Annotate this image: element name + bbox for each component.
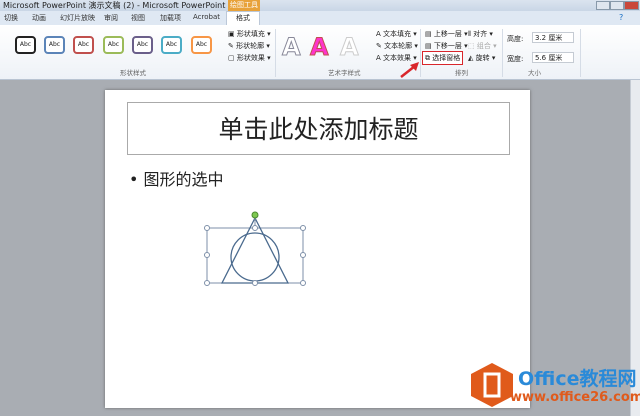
- align-button[interactable]: ⫴ 对齐 ▾: [468, 29, 493, 39]
- group-label-arrange: 排列: [455, 69, 468, 77]
- bring-forward-button[interactable]: ▤ 上移一层 ▾: [425, 29, 468, 39]
- shape-style-6[interactable]: Abc: [161, 36, 182, 54]
- shape-style-2[interactable]: Abc: [44, 36, 65, 54]
- tab-format[interactable]: 格式: [226, 11, 260, 26]
- label: 文本填充: [383, 30, 412, 38]
- group-label-shape-styles: 形状样式: [120, 69, 146, 77]
- divider: [275, 29, 276, 77]
- shape-fill-button[interactable]: ▣ 形状填充 ▾: [228, 29, 271, 39]
- group-label-size: 大小: [528, 69, 541, 77]
- minimize-button[interactable]: [596, 1, 610, 10]
- shape-style-3[interactable]: Abc: [73, 36, 94, 54]
- rotate-button[interactable]: ◭ 旋转 ▾: [468, 53, 495, 63]
- tab-acrobat[interactable]: Acrobat: [193, 13, 220, 21]
- shape-style-1[interactable]: Abc: [15, 36, 36, 54]
- label: 上移一层: [433, 30, 462, 38]
- label: 形状轮廓: [236, 42, 265, 50]
- circle-shape[interactable]: [230, 232, 280, 282]
- selected-shape-group[interactable]: [200, 210, 310, 290]
- send-backward-button[interactable]: ▤ 下移一层 ▾: [425, 41, 468, 51]
- rotation-handle[interactable]: [251, 211, 259, 219]
- drawing-tools-context-label: 绘图工具: [228, 0, 260, 11]
- shape-style-4[interactable]: Abc: [103, 36, 124, 54]
- watermark-brand: Office教程网: [518, 368, 637, 390]
- wordart-style-2[interactable]: A: [310, 33, 330, 62]
- title-placeholder[interactable]: 单击此处添加标题: [127, 102, 510, 155]
- wordart-style-1[interactable]: A: [282, 33, 302, 62]
- text-fill-button[interactable]: A 文本填充 ▾: [376, 29, 417, 39]
- shape-style-5[interactable]: Abc: [132, 36, 153, 54]
- resize-handles[interactable]: [204, 225, 306, 286]
- divider: [580, 29, 581, 77]
- width-label: 宽度:: [507, 55, 524, 63]
- height-label: 高度:: [507, 35, 524, 43]
- tab-view[interactable]: 视图: [131, 13, 145, 23]
- tab-animations[interactable]: 动画: [32, 13, 46, 23]
- tab-slideshow[interactable]: 幻灯片放映: [60, 13, 95, 23]
- ribbon-tabs: 切换 动画 幻灯片放映 审阅 视图 加载项 Acrobat ?: [0, 11, 640, 25]
- height-input[interactable]: 3.2 厘米: [532, 32, 574, 43]
- label: 形状填充: [236, 30, 265, 38]
- selection-box: [206, 227, 304, 284]
- office-logo-icon: [471, 363, 513, 407]
- tab-addins[interactable]: 加载项: [160, 13, 181, 23]
- label: 组合: [476, 42, 491, 50]
- shape-style-7[interactable]: Abc: [191, 36, 212, 54]
- red-arrow-annotation: [400, 62, 419, 78]
- tab-review[interactable]: 审阅: [104, 13, 118, 23]
- label: 对齐: [473, 30, 488, 38]
- group-button[interactable]: ⬚ 组合 ▾: [468, 41, 497, 51]
- watermark-url: www.office26.com: [510, 390, 640, 405]
- group-label-wordart: 艺术字样式: [328, 69, 361, 77]
- bullet-text[interactable]: • 图形的选中: [129, 166, 224, 190]
- label: 下移一层: [433, 42, 462, 50]
- label: 旋转: [475, 54, 490, 62]
- help-icon[interactable]: ?: [619, 13, 623, 22]
- close-button[interactable]: [624, 1, 639, 10]
- text-outline-button[interactable]: ✎ 文本轮廓 ▾: [376, 41, 418, 51]
- watermark-logo: Office教程网 www.office26.com: [470, 362, 640, 410]
- bullet-label: 图形的选中: [143, 170, 224, 189]
- title-bar: Microsoft PowerPoint 演示文稿 (2) - Microsof…: [0, 0, 640, 11]
- wordart-style-3[interactable]: A: [340, 33, 360, 62]
- window-title: Microsoft PowerPoint 演示文稿 (2) - Microsof…: [3, 1, 226, 10]
- ribbon: Abc Abc Abc Abc Abc Abc Abc ▣ 形状填充 ▾ ✎ 形…: [0, 25, 640, 80]
- slide[interactable]: 单击此处添加标题 • 图形的选中: [105, 90, 530, 408]
- shape-effects-button[interactable]: ▢ 形状效果 ▾: [228, 53, 271, 63]
- shape-outline-button[interactable]: ✎ 形状轮廓 ▾: [228, 41, 270, 51]
- width-input[interactable]: 5.6 厘米: [532, 52, 574, 63]
- label: 选择窗格: [432, 54, 461, 62]
- label: 文本轮廓: [384, 42, 413, 50]
- selection-pane-button[interactable]: ⧉ 选择窗格: [422, 51, 464, 65]
- divider: [502, 29, 503, 77]
- maximize-button[interactable]: [610, 1, 624, 10]
- label: 形状效果: [236, 54, 265, 62]
- tab-transitions[interactable]: 切换: [4, 13, 18, 23]
